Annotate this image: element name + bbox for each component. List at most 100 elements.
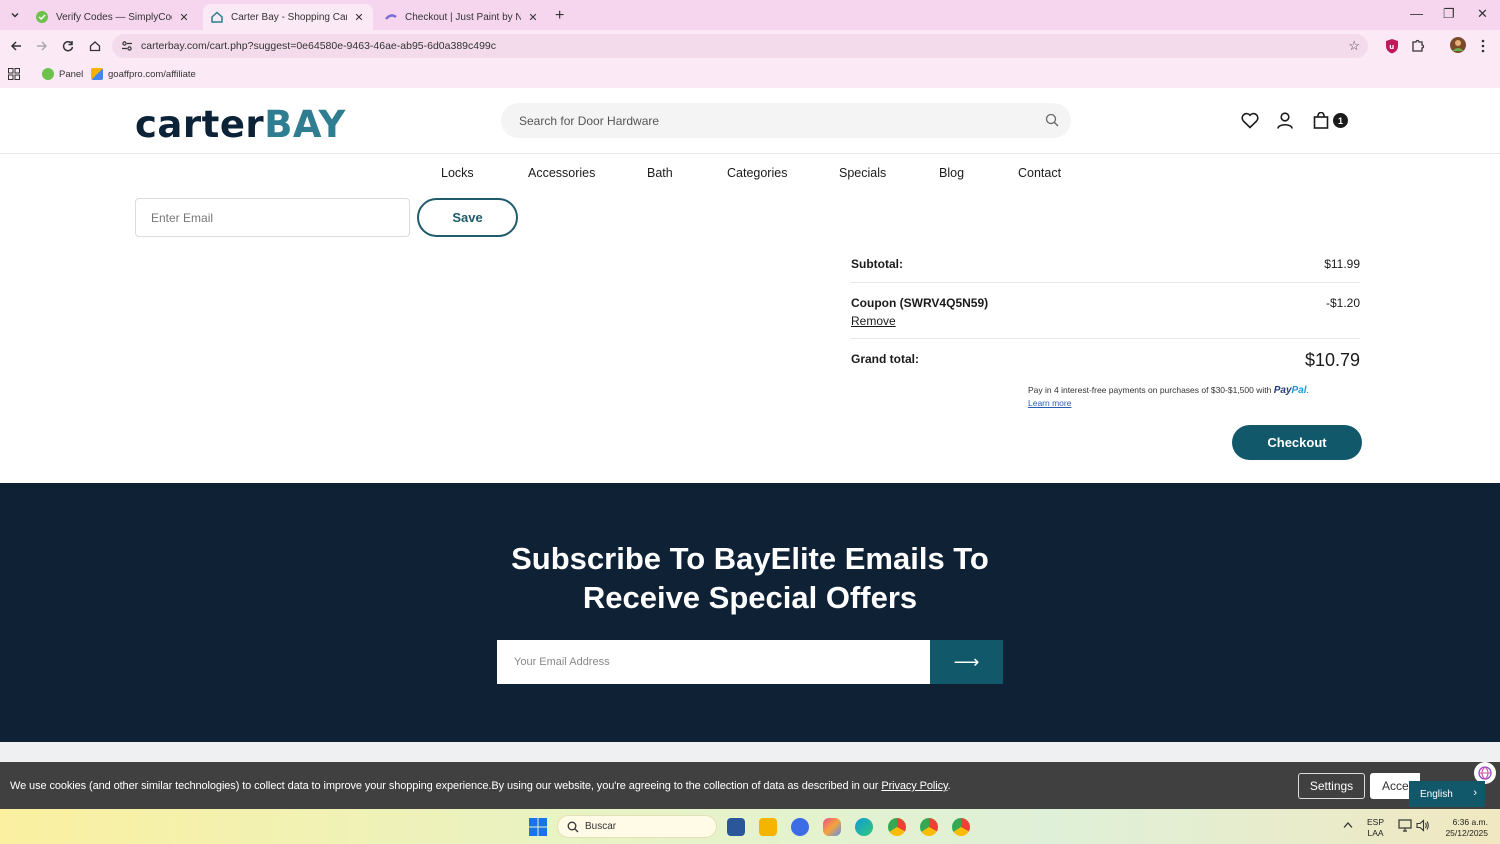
footer-strip <box>0 742 1500 762</box>
tab-justpaint[interactable]: Checkout | Just Paint by Numbe ✕ <box>377 4 547 30</box>
save-cart-email-input[interactable]: Enter Email <box>135 198 410 237</box>
network-icon[interactable] <box>1398 819 1412 832</box>
nav-specials[interactable]: Specials <box>839 166 886 180</box>
wishlist-heart-icon[interactable] <box>1241 112 1259 129</box>
taskbar-search-input[interactable]: Buscar <box>557 815 717 838</box>
tab-close-icon[interactable]: ✕ <box>178 11 190 24</box>
main-nav: Locks Accessories Bath Categories Specia… <box>0 166 1500 184</box>
nav-accessories[interactable]: Accessories <box>528 166 595 180</box>
newsletter-placeholder: Your Email Address <box>514 656 610 668</box>
simplycodes-favicon-icon <box>36 11 48 23</box>
bookmark-star-icon[interactable]: ☆ <box>1348 38 1360 54</box>
paypal-pay-in-4-message: Pay in 4 interest-free payments on purch… <box>1028 385 1309 396</box>
site-search-input[interactable]: Search for Door Hardware <box>501 103 1071 138</box>
edge-icon[interactable] <box>855 818 873 836</box>
clock-time: 6:36 a.m. <box>1452 817 1488 827</box>
address-bar[interactable]: carterbay.com/cart.php?suggest=0e64580e-… <box>112 34 1368 58</box>
newsletter-submit-button[interactable]: ⟶ <box>930 640 1003 684</box>
cart-count-badge: 1 <box>1333 113 1348 128</box>
tab-close-icon[interactable]: ✕ <box>527 11 539 24</box>
lang-bottom: LAA <box>1367 828 1384 838</box>
apps-grid-icon[interactable] <box>8 68 20 80</box>
search-icon[interactable] <box>1045 113 1059 127</box>
cookie-banner: We use cookies (and other similar techno… <box>0 762 1500 809</box>
back-icon[interactable] <box>8 38 24 54</box>
copilot-icon[interactable] <box>823 818 841 836</box>
bookmark-label: goaffpro.com/affiliate <box>108 68 196 80</box>
search-icon <box>567 821 579 833</box>
search-placeholder: Search for Door Hardware <box>519 114 660 128</box>
account-user-icon[interactable] <box>1277 112 1293 129</box>
carterbay-logo[interactable]: carterBAY <box>135 103 346 146</box>
cookie-settings-button[interactable]: Settings <box>1298 773 1365 799</box>
new-tab-icon[interactable]: + <box>555 7 564 25</box>
chevron-right-icon: › <box>1473 787 1477 799</box>
tray-chevron-up-icon[interactable] <box>1343 821 1353 829</box>
tab-title: Verify Codes — SimplyCodes <box>56 11 172 23</box>
svg-text:u: u <box>1389 43 1394 51</box>
profile-avatar[interactable] <box>1450 37 1466 53</box>
paypal-logo-pal: Pal <box>1291 385 1307 396</box>
ublock-extension-icon[interactable]: u <box>1385 38 1399 54</box>
browser-menu-icon[interactable] <box>1480 39 1486 53</box>
close-window-icon[interactable]: ✕ <box>1477 6 1488 22</box>
nav-blog[interactable]: Blog <box>939 166 964 180</box>
cart-bag-icon[interactable] <box>1313 112 1329 129</box>
tab-close-icon[interactable]: ✕ <box>353 11 365 24</box>
chrome-profile-3-icon[interactable] <box>952 818 970 836</box>
nav-bath[interactable]: Bath <box>647 166 673 180</box>
bookmark-goaffpro[interactable]: goaffpro.com/affiliate <box>91 68 196 80</box>
chrome-icon[interactable] <box>888 818 906 836</box>
reload-icon[interactable] <box>60 38 76 54</box>
language-selector[interactable]: English › <box>1409 781 1485 807</box>
arrow-right-icon: ⟶ <box>953 651 980 672</box>
coupon-discount-value: -$1.20 <box>1325 296 1360 310</box>
checkout-button[interactable]: Checkout <box>1232 425 1362 460</box>
privacy-policy-link[interactable]: Privacy Policy <box>881 780 947 792</box>
newsletter-email-input[interactable]: Your Email Address <box>497 640 930 684</box>
canva-icon[interactable] <box>791 818 809 836</box>
nav-locks[interactable]: Locks <box>441 166 474 180</box>
newsletter-section: Subscribe To BayElite Emails To Receive … <box>0 483 1500 742</box>
paypal-learn-more-link[interactable]: Learn more <box>1028 398 1071 408</box>
tab-title: Checkout | Just Paint by Numbe <box>405 11 521 23</box>
minimize-icon[interactable]: — <box>1410 6 1423 21</box>
coupon-label: Coupon (SWRV4Q5N59) <box>851 296 989 310</box>
nav-categories[interactable]: Categories <box>727 166 787 180</box>
subtotal-value: $11.99 <box>1324 257 1360 271</box>
input-language-indicator[interactable]: ESP LAA <box>1367 817 1384 839</box>
language-label: English <box>1420 788 1453 800</box>
subtotal-label: Subtotal: <box>851 257 903 271</box>
grand-total-label: Grand total: <box>851 352 919 366</box>
chrome-profile-2-icon[interactable] <box>920 818 938 836</box>
store-icon[interactable] <box>727 818 745 836</box>
clock-date: 25/12/2025 <box>1445 828 1488 838</box>
site-info-icon[interactable] <box>121 40 133 52</box>
bookmark-panel[interactable]: Panel <box>42 68 83 80</box>
restore-icon[interactable]: ❐ <box>1443 6 1455 22</box>
newsletter-title: Subscribe To BayElite Emails To Receive … <box>511 541 989 615</box>
extensions-puzzle-icon[interactable] <box>1411 38 1426 53</box>
goaffpro-favicon-icon <box>91 68 103 80</box>
home-icon[interactable] <box>87 38 103 54</box>
volume-icon[interactable] <box>1416 819 1430 832</box>
file-explorer-icon[interactable] <box>759 818 777 836</box>
tab-simplycodes[interactable]: Verify Codes — SimplyCodes ✕ <box>28 4 198 30</box>
url-text: carterbay.com/cart.php?suggest=0e64580e-… <box>141 40 497 52</box>
lang-top: ESP <box>1367 817 1385 827</box>
logo-text-carter: carter <box>135 103 265 146</box>
divider <box>851 282 1360 283</box>
forward-icon[interactable] <box>34 38 50 54</box>
nav-contact[interactable]: Contact <box>1018 166 1061 180</box>
remove-coupon-link[interactable]: Remove <box>851 314 896 328</box>
browser-tab-bar: Verify Codes — SimplyCodes ✕ Carter Bay … <box>0 0 1500 30</box>
windows-taskbar: Buscar ESP LAA 6:36 a.m. 25/12/2025 <box>0 809 1500 844</box>
cookie-message: We use cookies (and other similar techno… <box>10 780 879 792</box>
windows-start-icon[interactable] <box>529 818 547 836</box>
cookie-text: We use cookies (and other similar techno… <box>10 780 951 792</box>
carterbay-favicon-icon <box>211 11 223 23</box>
clock[interactable]: 6:36 a.m. 25/12/2025 <box>1440 817 1488 839</box>
save-button[interactable]: Save <box>417 198 518 237</box>
tab-carterbay[interactable]: Carter Bay - Shopping Cart ✕ <box>203 4 373 30</box>
tab-search-dropdown-icon[interactable] <box>5 6 25 24</box>
